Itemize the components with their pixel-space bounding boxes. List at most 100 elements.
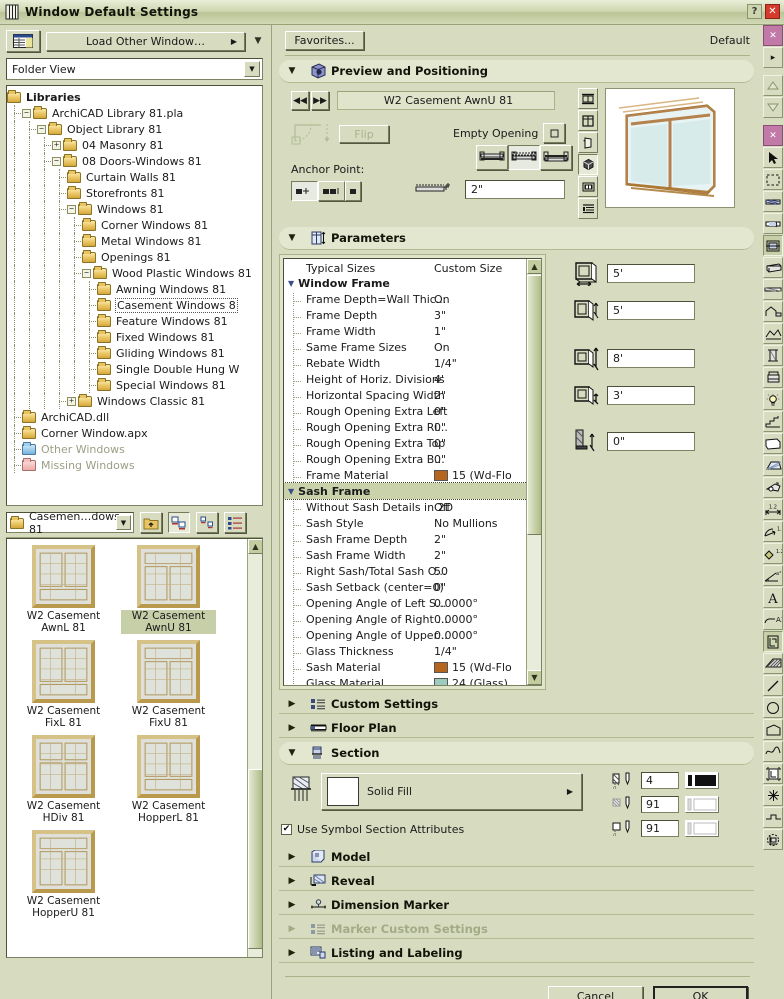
column-tool-button[interactable] xyxy=(763,345,783,366)
lamp-tool-button[interactable] xyxy=(763,389,783,410)
tree-item[interactable]: Missing Windows xyxy=(7,457,262,473)
view-details-button[interactable] xyxy=(224,512,246,533)
empty-opening-toggle[interactable] xyxy=(543,123,565,143)
parameter-row[interactable]: Rough Opening Extra B... 0" xyxy=(284,451,541,467)
3d-side-view-button[interactable] xyxy=(578,132,598,153)
parameter-value[interactable]: On xyxy=(434,341,541,354)
tree-item[interactable]: Metal Windows 81 xyxy=(7,233,262,249)
zone-tool-button[interactable] xyxy=(763,433,783,454)
parameter-row[interactable]: Right Sash/Total Sash O... 50 xyxy=(284,563,541,579)
expand-palette-button[interactable]: ▸ xyxy=(763,47,783,68)
tree-item[interactable]: Fixed Windows 81 xyxy=(7,329,262,345)
section-header-floor-plan[interactable]: ▶ Floor Plan xyxy=(279,718,754,738)
chevron-down-icon[interactable]: ▼ xyxy=(279,748,305,758)
stair-tool-button[interactable] xyxy=(763,411,783,432)
view-small-icons-button[interactable] xyxy=(196,512,218,533)
chevron-down-icon[interactable]: ▼ xyxy=(279,66,305,76)
pen-color-swatch[interactable] xyxy=(685,819,719,837)
section-elevation-tool-button[interactable] xyxy=(763,807,783,828)
scroll-thumb[interactable] xyxy=(527,275,541,535)
tree-item[interactable]: Corner Windows 81 xyxy=(7,217,262,233)
thumbnail-item[interactable]: W2 Casement HopperU 81 xyxy=(16,830,111,919)
tree-expander[interactable]: + xyxy=(52,140,61,150)
close-button[interactable]: ✕ xyxy=(765,4,780,19)
section-header-parameters[interactable]: ▼ Parameters xyxy=(279,227,754,250)
library-tree[interactable]: Libraries − ArchiCAD Library 81.pla − Object… xyxy=(6,85,263,506)
tree-expander[interactable]: − xyxy=(37,124,46,134)
parameter-value[interactable]: 2" xyxy=(434,549,541,562)
parameter-value[interactable]: 0" xyxy=(434,437,541,450)
marquee-tool-button[interactable] xyxy=(763,169,783,190)
scroll-up-button[interactable]: ▲ xyxy=(527,259,541,274)
use-symbol-attributes-row[interactable]: ✔ Use Symbol Section Attributes xyxy=(281,823,464,836)
wall-tool-button[interactable] xyxy=(763,191,783,212)
close-toolbox-button[interactable]: ✕ xyxy=(763,125,783,146)
detail-tool-button[interactable] xyxy=(763,829,783,850)
chevron-down-icon[interactable]: ▼ xyxy=(288,487,294,496)
tree-item[interactable]: − 08 Doors-Windows 81 xyxy=(7,153,262,169)
chevron-right-icon[interactable]: ▶ xyxy=(279,948,305,958)
chevron-down-icon[interactable]: ▼ xyxy=(116,515,131,530)
front-view-button[interactable] xyxy=(578,110,598,131)
tree-expander[interactable]: − xyxy=(82,268,91,278)
tree-item[interactable]: + Windows Classic 81 xyxy=(7,393,262,409)
tree-item[interactable]: Storefronts 81 xyxy=(7,185,262,201)
next-object-button[interactable]: ▶▶ xyxy=(311,91,329,110)
tree-item[interactable]: Curtain Walls 81 xyxy=(7,169,262,185)
use-symbol-checkbox[interactable]: ✔ xyxy=(281,824,292,835)
line-tool-button[interactable] xyxy=(763,675,783,696)
drawing-tool-button[interactable] xyxy=(763,763,783,784)
chevron-right-icon[interactable]: ▶ xyxy=(279,699,305,709)
spline-tool-button[interactable] xyxy=(763,741,783,762)
level-dimension-button[interactable]: 1.2 xyxy=(763,543,783,564)
wall-outside-button[interactable] xyxy=(540,145,572,170)
parameter-value[interactable]: 0" xyxy=(434,453,541,466)
parameter-row[interactable]: Frame Depth=Wall Thic... On xyxy=(284,291,541,307)
parameter-value[interactable]: 0.0000° xyxy=(434,597,541,610)
figure-tool-button[interactable] xyxy=(763,631,783,652)
thumbnail-item[interactable]: W2 Casement HDiv 81 xyxy=(16,735,111,824)
elevation-view-button[interactable] xyxy=(578,88,598,109)
parameter-value[interactable]: 1/4" xyxy=(434,357,541,370)
pen-number-input[interactable]: 4 xyxy=(641,771,679,789)
roof-light-tool-button[interactable] xyxy=(763,455,783,476)
size-input[interactable]: 0" xyxy=(607,431,695,451)
parameter-value[interactable]: No Mullions xyxy=(434,517,541,530)
parameter-value[interactable]: 15 (Wd-Flo xyxy=(434,469,541,482)
tree-item[interactable]: − ArchiCAD Library 81.pla xyxy=(7,105,262,121)
parameter-value[interactable]: 0" xyxy=(434,421,541,434)
camera-tool-button[interactable] xyxy=(763,477,783,498)
scroll-up-button[interactable]: ▲ xyxy=(248,539,262,554)
parameter-row[interactable]: Glass Material 24 (Glass) xyxy=(284,675,541,685)
parameter-value[interactable]: 50 xyxy=(434,565,541,578)
list-view-button[interactable] xyxy=(578,198,598,219)
favorites-button[interactable]: Favorites... xyxy=(285,31,364,50)
tree-item[interactable]: Special Windows 81 xyxy=(7,377,262,393)
folder-view-combo[interactable]: Folder View ▼ xyxy=(6,58,263,80)
load-other-window-button[interactable]: Load Other Window… ▶ xyxy=(46,31,245,51)
section-header-custom-settings[interactable]: ▶ Custom Settings xyxy=(279,694,754,714)
tree-expander[interactable]: − xyxy=(67,204,76,214)
scroll-up-button[interactable] xyxy=(763,75,783,96)
tree-item[interactable]: +04 Masonry 81 xyxy=(7,137,262,153)
chevron-right-icon[interactable]: ▶ xyxy=(279,876,305,886)
hotspot-tool-button[interactable] xyxy=(763,785,783,806)
roof-tool-button[interactable] xyxy=(763,301,783,322)
tree-expander[interactable]: + xyxy=(67,396,76,406)
thumbnail-item[interactable]: W2 Casement AwnU 81 xyxy=(121,545,216,634)
parameter-value[interactable]: 1" xyxy=(434,325,541,338)
parameter-row[interactable]: Sash Setback (center=0) 0" xyxy=(284,579,541,595)
pen-number-input[interactable]: 91 xyxy=(641,795,679,813)
parameters-scrollbar[interactable]: ▲ ▼ xyxy=(526,259,541,685)
parameter-row[interactable]: Rebate Width 1/4" xyxy=(284,355,541,371)
cancel-button[interactable]: Cancel xyxy=(548,986,643,999)
angle-dimension-button[interactable]: a° xyxy=(763,565,783,586)
window-tool-button[interactable] xyxy=(763,235,783,256)
linear-dimension-button[interactable]: 1.2 xyxy=(763,499,783,520)
section-header-model[interactable]: ▶ Model xyxy=(279,847,754,867)
size-input[interactable]: 5' xyxy=(607,263,695,283)
parameter-row[interactable]: Opening Angle of Left S... 0.0000° xyxy=(284,595,541,611)
parameter-row[interactable]: Height of Horiz. Divisions 4' xyxy=(284,371,541,387)
chevron-down-icon[interactable]: ▼ xyxy=(279,233,305,243)
parameter-row[interactable]: Opening Angle of Right ... 0.0000° xyxy=(284,611,541,627)
